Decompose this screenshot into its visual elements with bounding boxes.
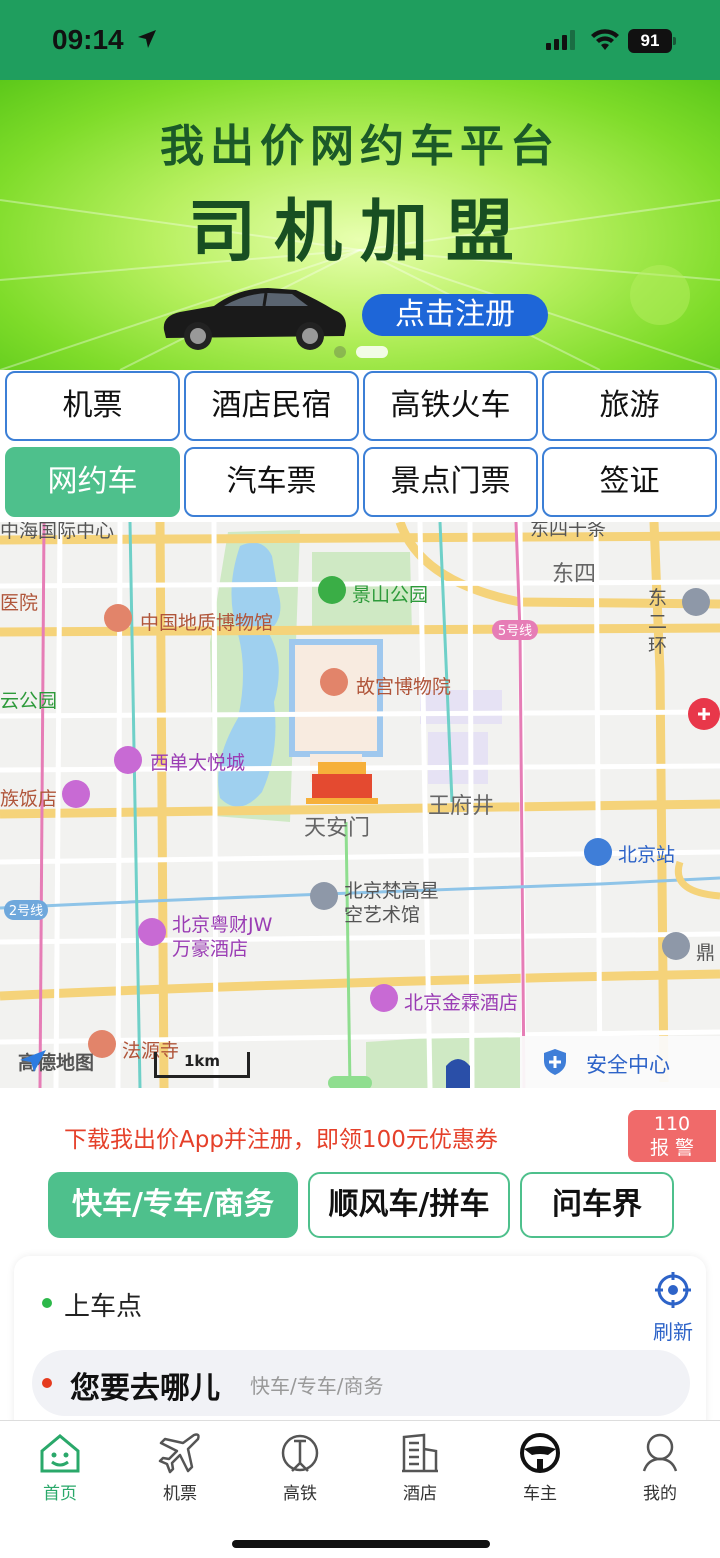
map-label-geology-museum: 中国地质博物馆 — [140, 612, 274, 634]
map-label-jinlin-hotel: 北京金霖酒店 — [404, 992, 519, 1014]
police-label: 报 警 — [649, 1137, 695, 1159]
category-travel[interactable]: 旅游 — [542, 371, 717, 441]
locate-crosshair-icon — [655, 1272, 691, 1308]
nav-home[interactable]: 首页 — [0, 1431, 120, 1504]
map-label-jw-marriott-2: 万豪酒店 — [172, 938, 249, 960]
nav-driver-label: 车主 — [523, 1484, 557, 1504]
car-image — [158, 282, 348, 358]
map-scale-bar: 1km — [154, 1052, 250, 1078]
map-label-zhonghai: 中海国际中心 — [0, 522, 115, 542]
status-bar: 09:14 91 — [0, 0, 720, 80]
map-label-hotel-left: 族饭店 — [0, 788, 58, 810]
nav-flights[interactable]: 机票 — [120, 1431, 240, 1504]
pickup-field[interactable]: 上车点 — [64, 1286, 142, 1323]
home-indicator[interactable] — [232, 1540, 490, 1548]
tab-carpool[interactable]: 顺风车/拼车 — [308, 1172, 510, 1238]
police-110-button[interactable]: 110 报 警 — [628, 1110, 716, 1162]
category-attraction-tickets[interactable]: 景点门票 — [363, 447, 538, 517]
nav-profile-label: 我的 — [643, 1484, 677, 1504]
map-line5-tag: 5号线 — [498, 624, 532, 639]
location-arrow-icon — [136, 28, 158, 54]
refresh-label: 刷新 — [653, 1320, 693, 1344]
map-label-palace-museum: 故宫博物院 — [356, 676, 452, 698]
status-time: 09:14 — [52, 24, 124, 55]
safety-center-button[interactable]: 安全中心 — [520, 1036, 720, 1088]
destination-dot-icon — [42, 1378, 52, 1388]
map-label-tiananmen: 天安门 — [304, 816, 371, 841]
battery-icon: 91 — [628, 29, 676, 53]
nav-hotels-label: 酒店 — [403, 1484, 437, 1504]
map-label-hospital: 医院 — [0, 592, 39, 614]
map-label-ding: 鼎 — [696, 942, 716, 964]
nav-driver[interactable]: 车主 — [480, 1431, 600, 1504]
nav-home-label: 首页 — [43, 1484, 77, 1504]
map-label-xidan-joycity: 西单大悦城 — [150, 752, 246, 774]
category-ride-hailing[interactable]: 网约车 — [5, 447, 180, 517]
category-bus-tickets[interactable]: 汽车票 — [184, 447, 359, 517]
category-hotels[interactable]: 酒店民宿 — [184, 371, 359, 441]
map-line2-tag: 2号线 — [9, 904, 43, 919]
nav-flights-label: 机票 — [163, 1484, 197, 1504]
destination-input[interactable]: 您要去哪儿 快车/专车/商务 — [32, 1350, 690, 1416]
pickup-dot-icon — [42, 1298, 52, 1308]
steering-wheel-icon — [480, 1431, 600, 1477]
destination-prompt: 您要去哪儿 — [70, 1371, 220, 1406]
booking-card: 上车点 刷新 您要去哪儿 快车/专车/商务 — [14, 1256, 706, 1436]
register-button[interactable]: 点击注册 — [362, 294, 548, 336]
bottom-nav: 首页 机票 高铁 酒店 车主 我的 — [0, 1420, 720, 1558]
amap-arrow-icon — [20, 1050, 46, 1072]
map-view[interactable]: 5号线 2号线 中海国际中心 东四十条 东四 景山公园 医院 中国地质博物馆 东… — [0, 522, 720, 1088]
safety-center-label: 安全中心 — [586, 1053, 670, 1077]
police-number: 110 — [653, 1113, 691, 1135]
train-icon — [240, 1431, 360, 1477]
promo-text[interactable]: 下载我出价App并注册，即领100元优惠券 — [64, 1120, 498, 1154]
nav-trains[interactable]: 高铁 — [240, 1431, 360, 1504]
map-label-park-left: 云公园 — [0, 690, 58, 712]
user-icon — [600, 1431, 720, 1477]
map-label-jw-marriott-1: 北京粤财JW — [172, 914, 273, 936]
destination-hint: 快车/专车/商务 — [250, 1374, 384, 1398]
map-label-dongsi-shitiao: 东四十条 — [530, 522, 607, 540]
cellular-signal-icon — [546, 30, 576, 54]
hotel-icon — [360, 1431, 480, 1477]
nav-hotels[interactable]: 酒店 — [360, 1431, 480, 1504]
amap-logo: 高德地图 — [18, 1048, 94, 1075]
category-visa[interactable]: 签证 — [542, 447, 717, 517]
tab-express-premium[interactable]: 快车/专车/商务 — [48, 1172, 298, 1238]
category-trains[interactable]: 高铁火车 — [363, 371, 538, 441]
tab-car-community[interactable]: 问车界 — [520, 1172, 674, 1238]
map-label-beijing-station: 北京站 — [618, 844, 676, 866]
map-label-art-museum-1: 北京梵高星 — [344, 880, 440, 902]
home-icon — [0, 1431, 120, 1477]
map-label-east-ring: 东二环 — [648, 587, 668, 657]
nav-profile[interactable]: 我的 — [600, 1431, 720, 1504]
map-label-art-museum-2: 空艺术馆 — [344, 904, 421, 926]
map-label-jingshan: 景山公园 — [352, 584, 429, 606]
map-label-wangfujing: 王府井 — [428, 794, 495, 819]
app-screen: 09:14 91 我出价网约车平台 司机加盟 点击注册 机票 酒店民宿 高铁火车… — [0, 0, 720, 1558]
battery-level: 91 — [628, 29, 672, 53]
wifi-icon — [590, 28, 620, 56]
banner-title: 我出价网约车平台 — [160, 121, 560, 172]
map-label-dongsi: 东四 — [552, 562, 597, 587]
refresh-location-button[interactable]: 刷新 — [648, 1270, 698, 1345]
promo-banner[interactable]: 我出价网约车平台 司机加盟 点击注册 — [0, 80, 720, 370]
nav-trains-label: 高铁 — [283, 1484, 317, 1504]
plane-icon — [120, 1431, 240, 1477]
category-flights[interactable]: 机票 — [5, 371, 180, 441]
banner-subtitle: 司机加盟 — [187, 193, 532, 272]
